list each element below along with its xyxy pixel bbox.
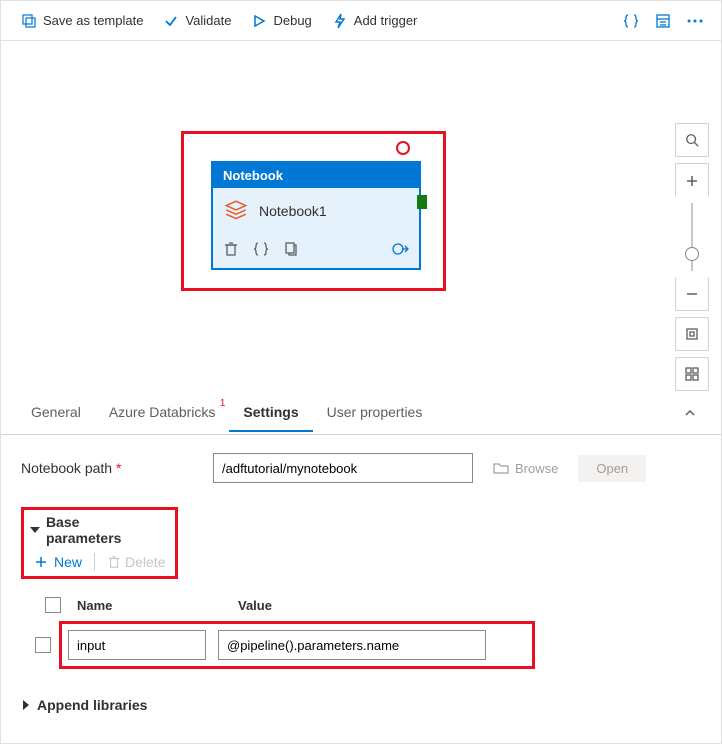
more-button[interactable] xyxy=(679,5,711,37)
status-indicator xyxy=(396,141,410,155)
copy-icon[interactable] xyxy=(283,241,299,257)
activity-tab-bar: General Azure Databricks 1 Settings User… xyxy=(1,391,721,435)
collapse-panel-button[interactable] xyxy=(675,398,705,428)
layout-icon xyxy=(685,367,699,381)
zoom-slider[interactable] xyxy=(691,203,693,271)
lightning-icon xyxy=(332,13,348,29)
append-libraries-label: Append libraries xyxy=(37,697,147,713)
divider xyxy=(94,553,95,571)
tab-settings[interactable]: Settings xyxy=(229,394,312,432)
browse-button[interactable]: Browse xyxy=(485,457,566,480)
tab-azure-databricks[interactable]: Azure Databricks 1 xyxy=(95,394,230,432)
more-icon xyxy=(686,13,704,29)
properties-icon xyxy=(655,13,671,29)
base-params-highlight: Base parameters New Delete xyxy=(21,507,178,579)
plus-icon xyxy=(34,555,48,569)
checkmark-icon xyxy=(163,13,179,29)
col-header-name: Name xyxy=(77,598,222,613)
param-table-header: Name Value xyxy=(35,589,701,621)
validate-label: Validate xyxy=(185,13,231,28)
browse-label: Browse xyxy=(515,461,558,476)
tab-user-properties[interactable]: User properties xyxy=(313,394,437,432)
add-trigger-label: Add trigger xyxy=(354,13,418,28)
base-parameters-toggle[interactable]: Base parameters xyxy=(30,514,158,546)
debug-button[interactable]: Debug xyxy=(241,9,321,33)
caret-right-icon xyxy=(21,700,31,710)
notebook-activity-node[interactable]: Notebook Notebook1 xyxy=(211,161,421,270)
select-all-checkbox[interactable] xyxy=(45,597,61,613)
zoom-thumb[interactable] xyxy=(685,247,699,261)
save-template-icon xyxy=(21,13,37,29)
pipeline-canvas[interactable]: Notebook Notebook1 xyxy=(1,41,721,391)
append-libraries-toggle[interactable]: Append libraries xyxy=(21,697,701,713)
delete-parameter-button[interactable]: Delete xyxy=(103,552,169,572)
param-name-input[interactable] xyxy=(68,630,206,660)
zoom-out-button[interactable] xyxy=(675,277,709,311)
error-badge: 1 xyxy=(220,398,226,409)
code-view-button[interactable] xyxy=(615,5,647,37)
layout-button[interactable] xyxy=(675,357,709,391)
tab-databricks-label: Azure Databricks xyxy=(109,404,216,420)
canvas-zoom-controls xyxy=(675,123,709,391)
notebook-path-input[interactable] xyxy=(213,453,473,483)
delete-label: Delete xyxy=(125,554,165,570)
save-template-label: Save as template xyxy=(43,13,143,28)
debug-label: Debug xyxy=(273,13,311,28)
node-type-label: Notebook xyxy=(213,163,419,188)
code-icon[interactable] xyxy=(253,241,269,257)
open-button[interactable]: Open xyxy=(578,455,646,482)
toolbar: Save as template Validate Debug Add trig… xyxy=(1,1,721,41)
new-label: New xyxy=(54,554,82,570)
success-connector[interactable] xyxy=(417,195,427,209)
braces-icon xyxy=(623,13,639,29)
notebook-path-label: Notebook path * xyxy=(21,460,201,476)
delete-icon[interactable] xyxy=(223,241,239,257)
row-checkbox[interactable] xyxy=(35,637,51,653)
caret-down-icon xyxy=(30,525,40,535)
col-header-value: Value xyxy=(238,598,691,613)
new-parameter-button[interactable]: New xyxy=(30,552,86,572)
validate-button[interactable]: Validate xyxy=(153,9,241,33)
output-icon[interactable] xyxy=(391,240,409,258)
tab-general[interactable]: General xyxy=(17,394,95,432)
folder-icon xyxy=(493,461,509,475)
settings-panel: Notebook path * Browse Open Base paramet… xyxy=(1,435,721,743)
save-template-button[interactable]: Save as template xyxy=(11,9,153,33)
node-name: Notebook1 xyxy=(259,203,327,219)
plus-icon xyxy=(685,174,699,188)
search-icon xyxy=(685,133,699,147)
databricks-icon xyxy=(223,198,249,224)
zoom-in-button[interactable] xyxy=(675,163,709,197)
base-params-label: Base parameters xyxy=(46,514,158,546)
search-canvas-button[interactable] xyxy=(675,123,709,157)
param-row-highlight xyxy=(59,621,535,669)
play-icon xyxy=(251,13,267,29)
fit-icon xyxy=(685,327,699,341)
chevron-up-icon xyxy=(683,406,697,420)
properties-button[interactable] xyxy=(647,5,679,37)
trash-icon xyxy=(107,555,121,569)
param-value-input[interactable] xyxy=(218,630,486,660)
add-trigger-button[interactable]: Add trigger xyxy=(322,9,428,33)
fit-screen-button[interactable] xyxy=(675,317,709,351)
minus-icon xyxy=(685,287,699,301)
